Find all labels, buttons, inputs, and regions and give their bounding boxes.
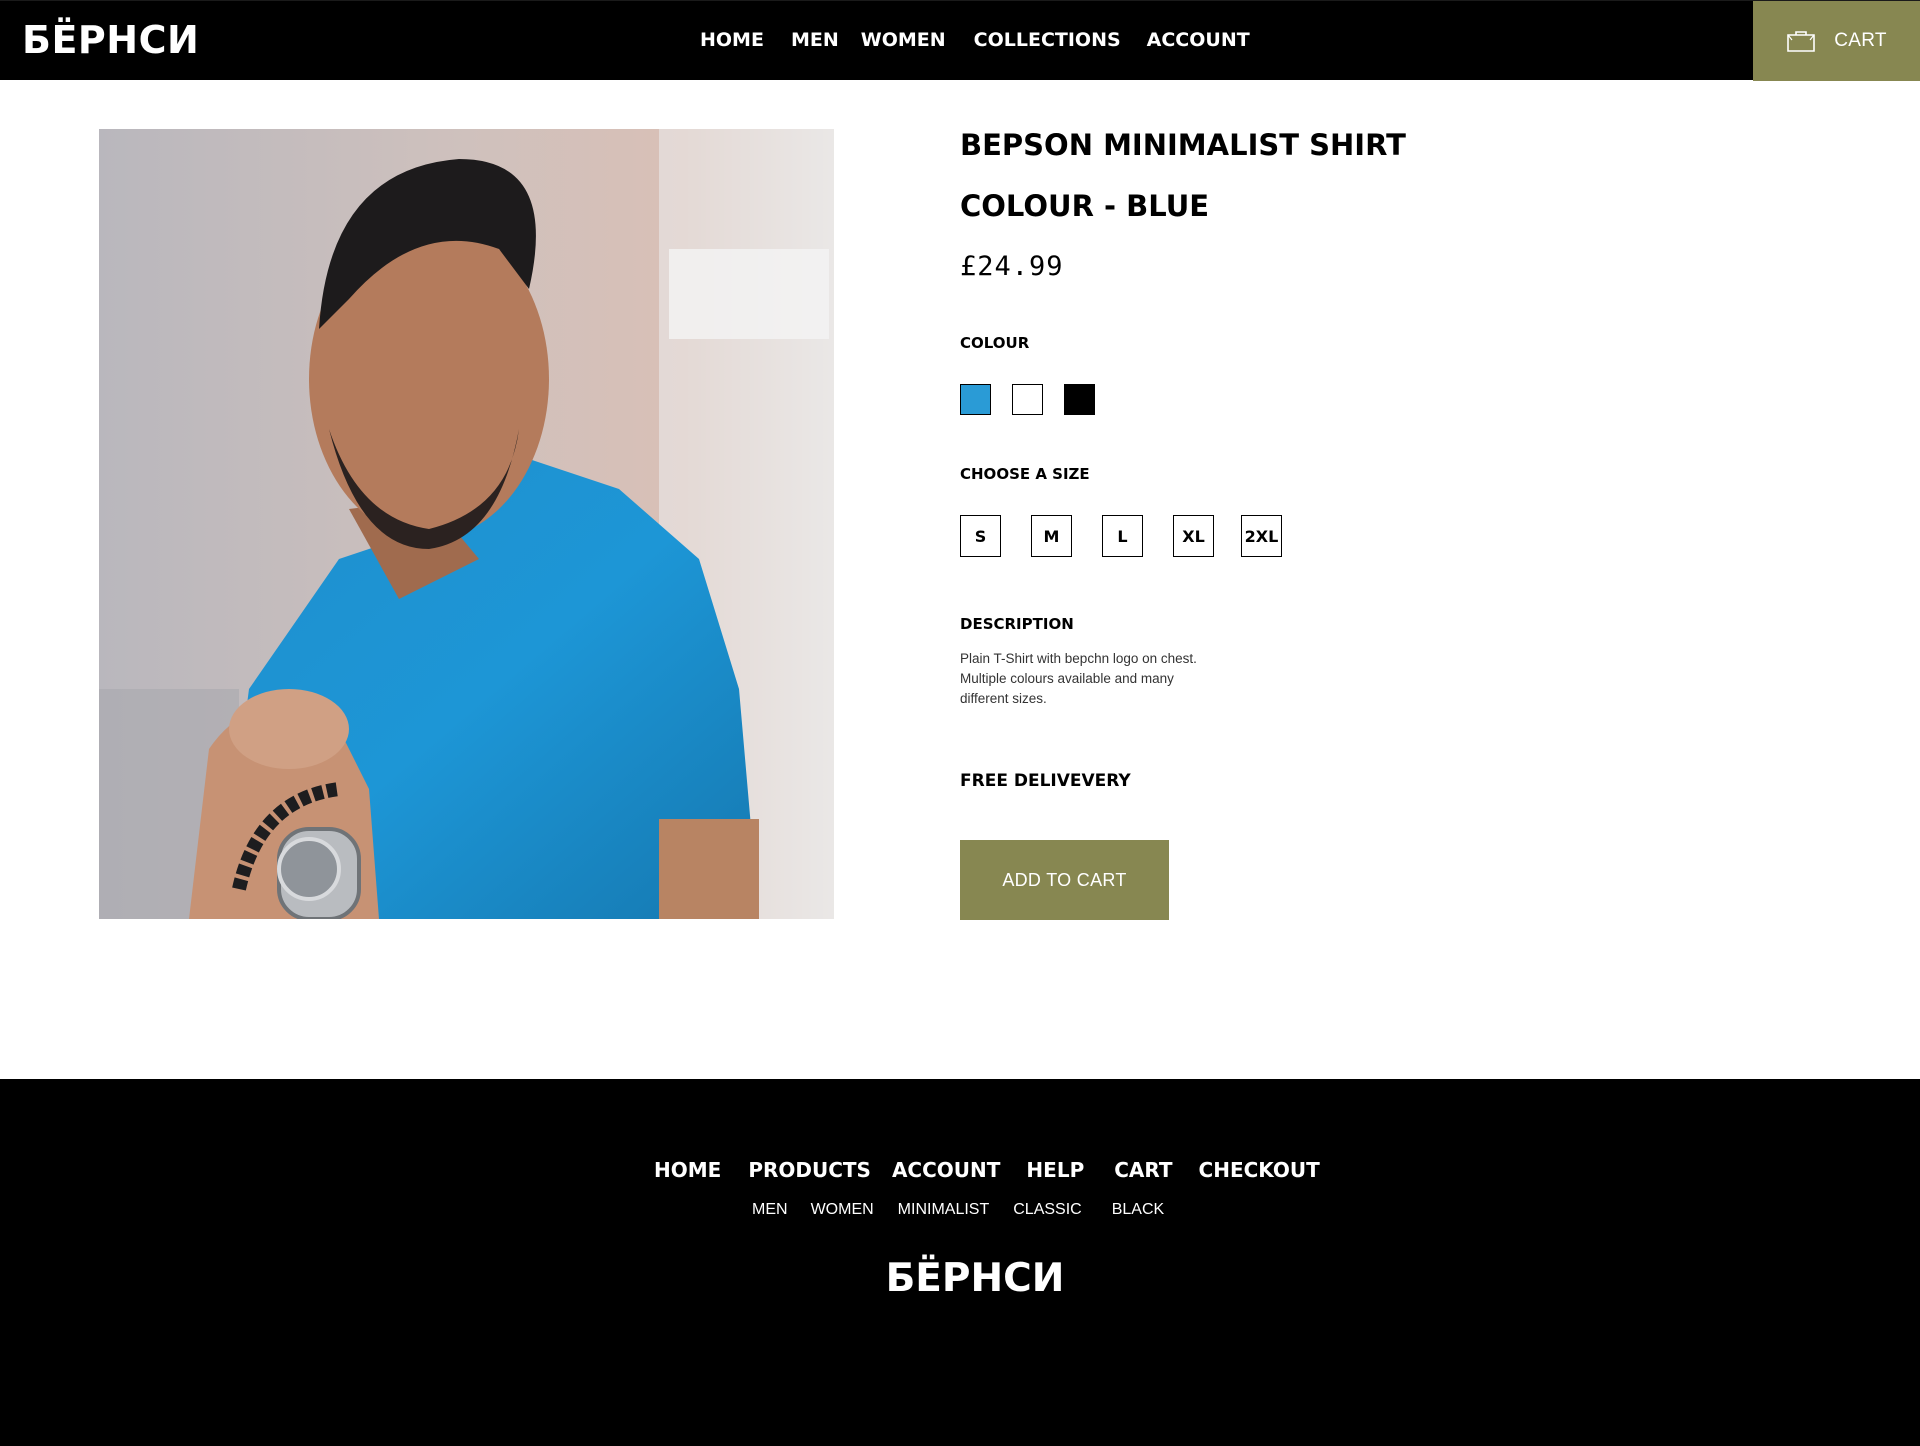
cart-label: CART — [1834, 30, 1887, 51]
shopping-bag-icon — [1787, 31, 1816, 52]
size-options: S M L XL 2XL — [960, 515, 1282, 557]
footer-link-black[interactable]: BLACK — [1112, 1200, 1164, 1220]
footer-nav-help[interactable]: HELP — [1026, 1156, 1084, 1184]
site-footer: HOME PRODUCTS ACCOUNT HELP CART CHECKOUT… — [0, 1079, 1920, 1446]
size-xl-button[interactable]: XL — [1173, 515, 1214, 557]
footer-category-nav: MEN WOMEN MINIMALIST CLASSIC BLACK — [752, 1200, 1164, 1220]
footer-nav-home[interactable]: HOME — [654, 1156, 721, 1184]
colour-label: COLOUR — [960, 334, 1030, 352]
nav-collections[interactable]: COLLECTIONS — [974, 26, 1121, 54]
footer-nav-cart[interactable]: CART — [1114, 1156, 1172, 1184]
product-photo-illustration — [99, 129, 834, 919]
footer-nav-account[interactable]: ACCOUNT — [892, 1156, 1000, 1184]
brand-logo[interactable]: БЁРНСИ — [22, 17, 199, 63]
description-line: Plain T-Shirt with bepchn logo on chest. — [960, 651, 1197, 666]
footer-brand-logo[interactable]: БЁРНСИ — [0, 1256, 1920, 1302]
footer-link-minimalist[interactable]: MINIMALIST — [898, 1200, 990, 1220]
swatch-white[interactable] — [1012, 384, 1043, 415]
description-label: DESCRIPTION — [960, 615, 1074, 633]
cart-button[interactable]: CART — [1753, 1, 1920, 81]
nav-home[interactable]: HOME — [700, 26, 764, 54]
description-line: different sizes. — [960, 691, 1047, 706]
main-nav: HOME MEN WOMEN COLLECTIONS ACCOUNT — [700, 26, 1250, 54]
product-photo — [99, 129, 834, 919]
product-description: Plain T-Shirt with bepchn logo on chest.… — [960, 649, 1250, 709]
swatch-black[interactable] — [1064, 384, 1095, 415]
nav-men[interactable]: MEN — [791, 26, 839, 54]
size-l-button[interactable]: L — [1102, 515, 1143, 557]
free-delivery-label: FREE DELIVEVERY — [960, 771, 1131, 791]
size-m-button[interactable]: M — [1031, 515, 1072, 557]
footer-nav-checkout[interactable]: CHECKOUT — [1199, 1156, 1320, 1184]
nav-women[interactable]: WOMEN — [861, 26, 946, 54]
footer-link-classic[interactable]: CLASSIC — [1013, 1200, 1081, 1220]
product-price: £24.99 — [960, 251, 1064, 282]
product-title: BEPSON MINIMALIST SHIRT — [960, 128, 1406, 162]
site-header: БЁРНСИ HOME MEN WOMEN COLLECTIONS ACCOUN… — [0, 0, 1920, 81]
footer-nav-products[interactable]: PRODUCTS — [748, 1156, 871, 1184]
product-subtitle: COLOUR - BLUE — [960, 189, 1210, 223]
size-2xl-button[interactable]: 2XL — [1241, 515, 1282, 557]
swatch-blue[interactable] — [960, 384, 991, 415]
add-to-cart-button[interactable]: ADD TO CART — [960, 840, 1169, 920]
size-label: CHOOSE A SIZE — [960, 465, 1090, 483]
colour-swatches — [960, 384, 1095, 415]
footer-link-women[interactable]: WOMEN — [811, 1200, 874, 1220]
footer-nav: HOME PRODUCTS ACCOUNT HELP CART CHECKOUT — [654, 1156, 1320, 1184]
description-line: Multiple colours available and many — [960, 671, 1174, 686]
footer-link-men[interactable]: MEN — [752, 1200, 788, 1220]
size-s-button[interactable]: S — [960, 515, 1001, 557]
nav-account[interactable]: ACCOUNT — [1147, 26, 1250, 54]
